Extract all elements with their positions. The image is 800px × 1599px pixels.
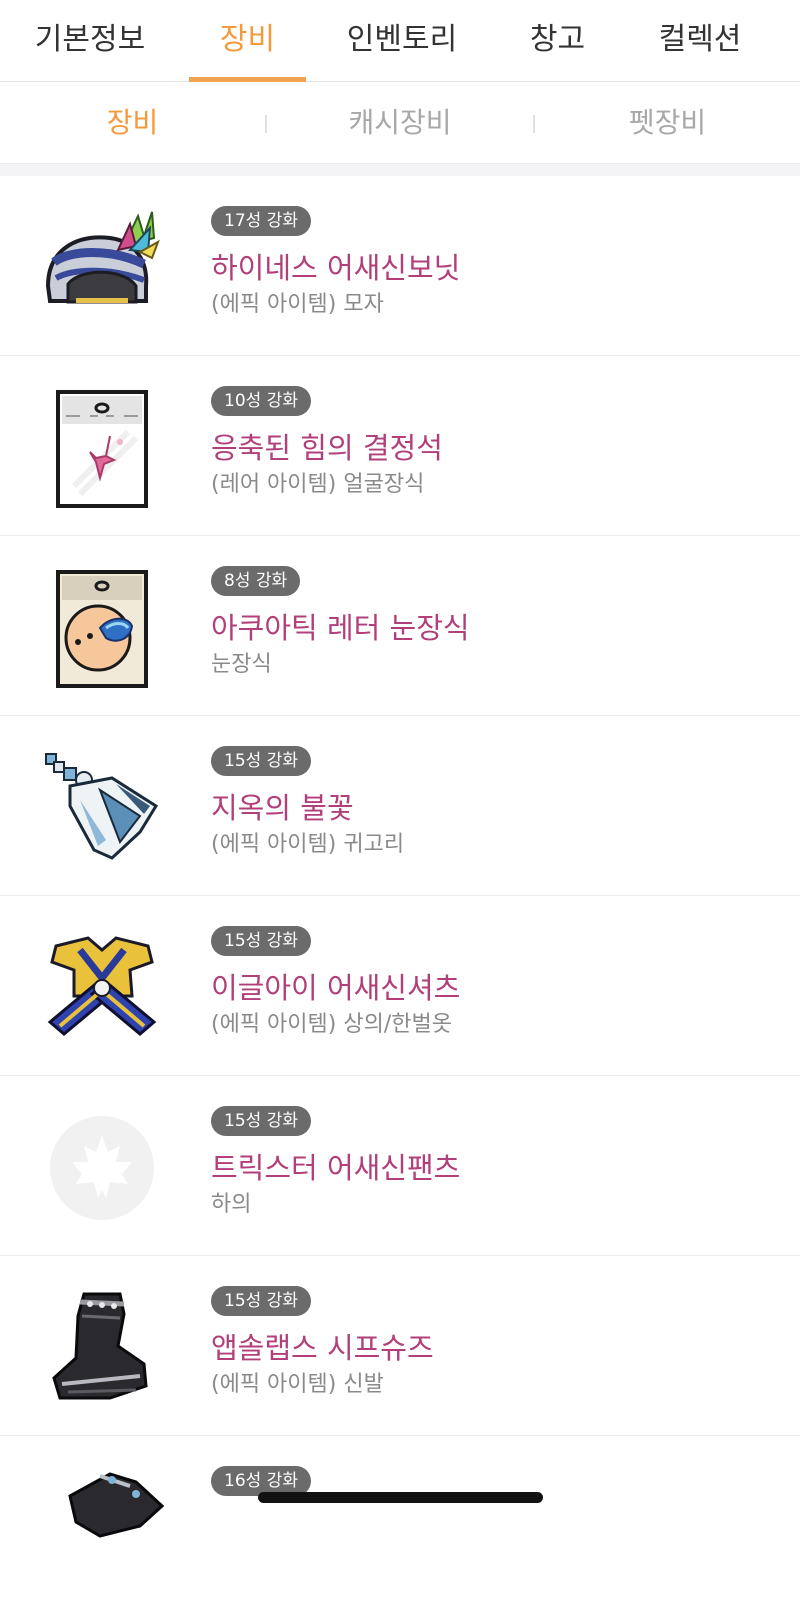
enhance-badge: 17성 강화 <box>211 206 311 236</box>
item-type: (에픽 아이템) 상의/한벌옷 <box>211 1012 452 1037</box>
earring-icon <box>40 746 164 870</box>
item-name: 응축된 힘의 결정석 <box>211 431 443 465</box>
tab-equipment[interactable]: 장비 <box>189 0 306 82</box>
section-divider <box>0 164 800 176</box>
tab-basic-info[interactable]: 기본정보 <box>0 0 180 82</box>
list-item[interactable]: 15성 강화 트릭스터 어새신팬츠 하의 <box>0 1076 800 1256</box>
equipment-list: 17성 강화 하이네스 어새신보닛 (에픽 아이템) 모자 10성 강화 응축된… <box>0 176 800 1599</box>
enhance-badge: 15성 강화 <box>211 746 311 776</box>
item-type: 눈장식 <box>211 652 272 677</box>
maple-leaf-placeholder-icon <box>40 1106 164 1230</box>
crystal-card-icon <box>40 386 164 510</box>
sub-tab-bar: 장비 캐시장비 펫장비 <box>0 82 800 164</box>
item-name: 트릭스터 어새신팬츠 <box>211 1151 461 1185</box>
enhance-badge: 15성 강화 <box>211 1286 311 1316</box>
item-name: 지옥의 불꽃 <box>211 791 354 825</box>
enhance-badge: 15성 강화 <box>211 1106 311 1136</box>
list-item[interactable]: 15성 강화 이글아이 어새신셔츠 (에픽 아이템) 상의/한벌옷 <box>0 896 800 1076</box>
item-name: 하이네스 어새신보닛 <box>211 251 461 285</box>
list-item[interactable]: 16성 강화 <box>0 1436 800 1599</box>
list-item[interactable]: 17성 강화 하이네스 어새신보닛 (에픽 아이템) 모자 <box>0 176 800 356</box>
enhance-badge: 15성 강화 <box>211 926 311 956</box>
home-indicator[interactable] <box>258 1492 543 1503</box>
subtab-cash-equipment[interactable]: 캐시장비 <box>306 82 494 164</box>
item-type: (에픽 아이템) 모자 <box>211 292 384 317</box>
item-type: (에픽 아이템) 신발 <box>211 1372 384 1397</box>
subtab-divider <box>533 115 535 133</box>
subtab-equipment[interactable]: 장비 <box>40 82 225 164</box>
top-tab-bar: 기본정보 장비 인벤토리 창고 컬렉션 <box>0 0 800 82</box>
subtab-divider <box>265 115 267 133</box>
item-type: 하의 <box>211 1192 252 1217</box>
list-item[interactable]: 10성 강화 응축된 힘의 결정석 (레어 아이템) 얼굴장식 <box>0 356 800 536</box>
enhance-badge: 10성 강화 <box>211 386 311 416</box>
list-item[interactable]: 15성 강화 지옥의 불꽃 (에픽 아이템) 귀고리 <box>0 716 800 896</box>
enhance-badge: 8성 강화 <box>211 566 301 596</box>
shoes-icon <box>40 1286 164 1410</box>
item-type: (레어 아이템) 얼굴장식 <box>211 472 425 497</box>
subtab-pet-equipment[interactable]: 펫장비 <box>575 82 760 164</box>
tab-collection[interactable]: 컬렉션 <box>630 0 770 82</box>
item-type: (에픽 아이템) 귀고리 <box>211 832 405 857</box>
list-item[interactable]: 15성 강화 앱솔랩스 시프슈즈 (에픽 아이템) 신발 <box>0 1256 800 1436</box>
item-name: 앱솔랩스 시프슈즈 <box>211 1331 434 1365</box>
item-name: 이글아이 어새신셔츠 <box>211 971 461 1005</box>
gloves-icon <box>40 1466 164 1590</box>
tab-inventory[interactable]: 인벤토리 <box>322 0 482 82</box>
list-item[interactable]: 8성 강화 아쿠아틱 레터 눈장식 눈장식 <box>0 536 800 716</box>
item-name: 아쿠아틱 레터 눈장식 <box>211 611 470 645</box>
tab-storage[interactable]: 창고 <box>500 0 615 82</box>
shirt-icon <box>40 926 164 1050</box>
helmet-icon <box>40 206 164 330</box>
eye-accessory-icon <box>40 566 164 690</box>
